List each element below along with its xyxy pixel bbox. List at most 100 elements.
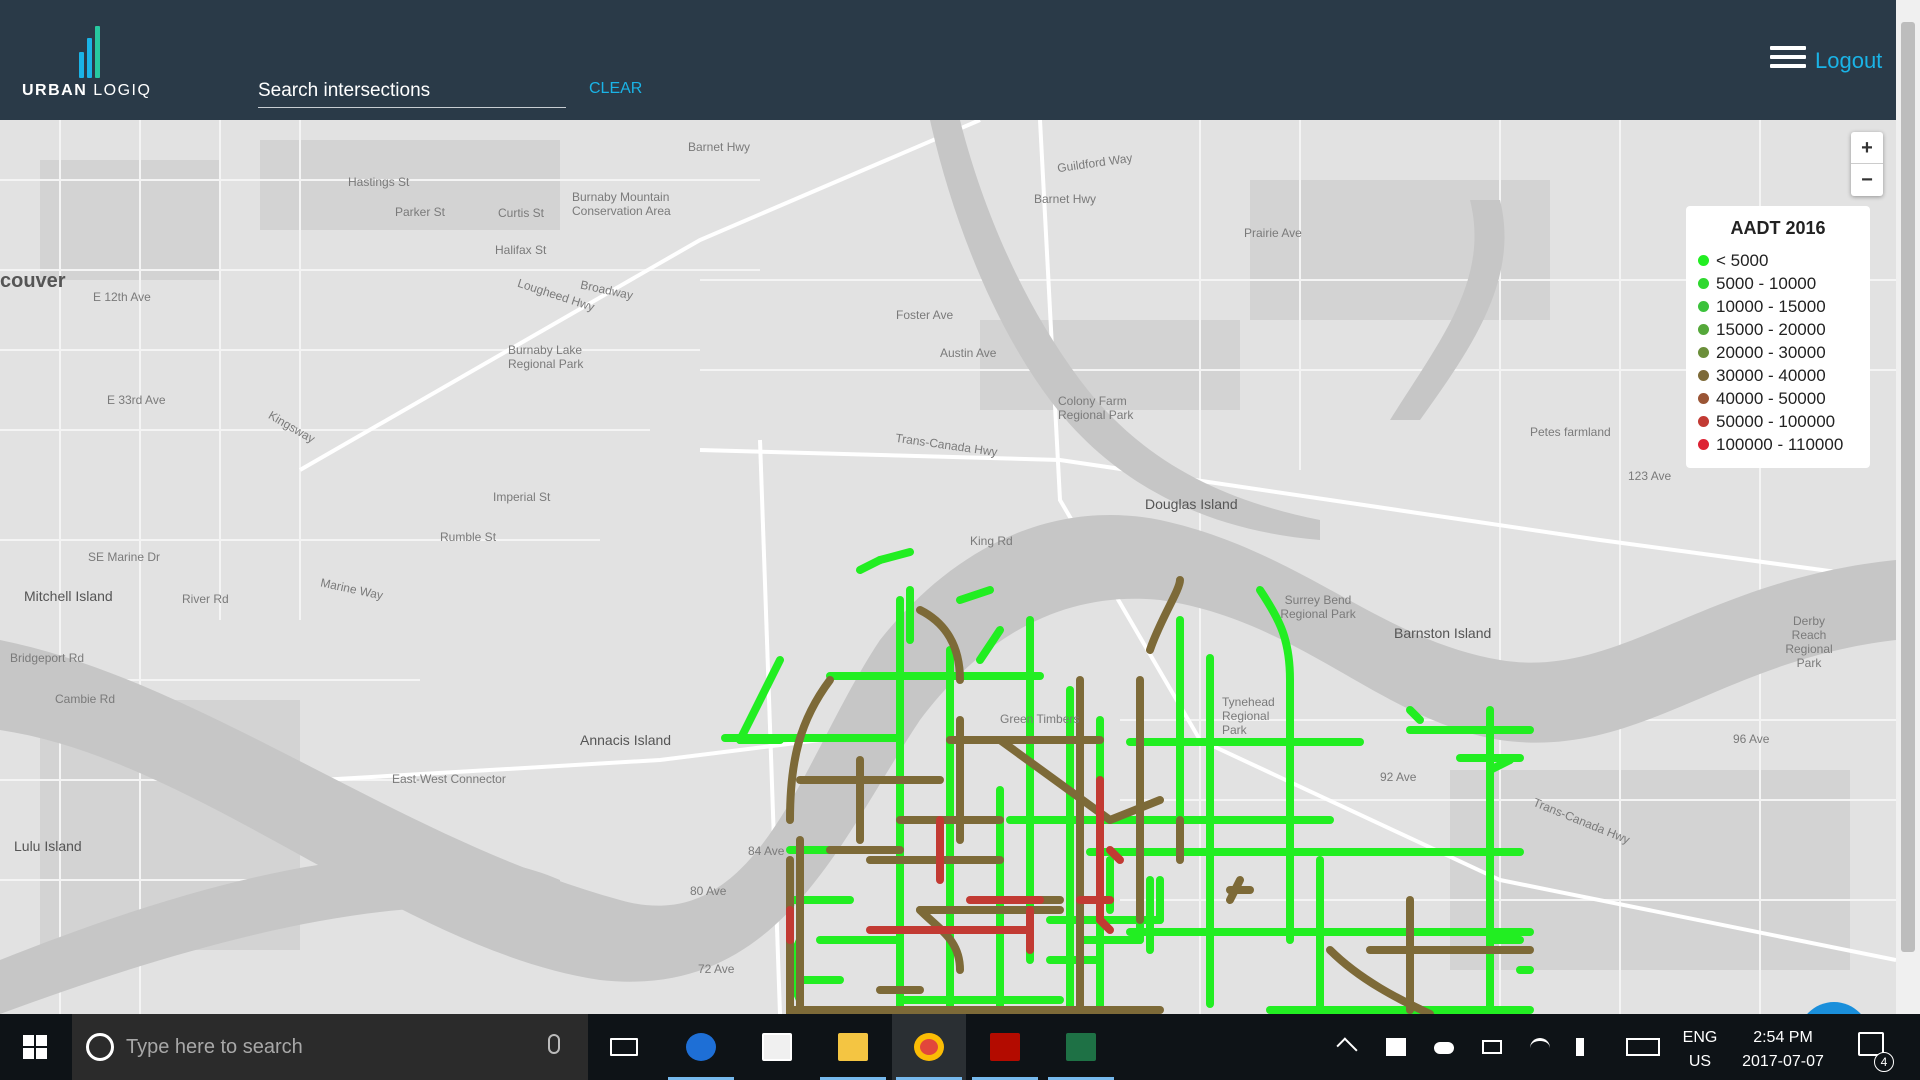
taskbar-app-explorer[interactable] bbox=[816, 1014, 890, 1080]
folder-icon bbox=[838, 1033, 868, 1061]
map-label: Curtis St bbox=[498, 206, 545, 220]
map-label: Rumble St bbox=[440, 530, 497, 544]
map-label: Colony Farm Regional Park bbox=[1058, 394, 1134, 422]
zoom-out-button[interactable]: − bbox=[1851, 164, 1883, 196]
legend-label: 20000 - 30000 bbox=[1716, 342, 1826, 362]
keyboard-icon[interactable] bbox=[1626, 1038, 1660, 1056]
volume-icon[interactable] bbox=[1576, 1038, 1596, 1056]
map-label: Annacis Island bbox=[580, 732, 672, 748]
legend-label: 100000 - 110000 bbox=[1716, 434, 1844, 454]
taskbar-app-excel[interactable] bbox=[1044, 1014, 1118, 1080]
taskbar-app-acrobat[interactable] bbox=[968, 1014, 1042, 1080]
taskbar-app-chrome[interactable] bbox=[892, 1014, 966, 1080]
wifi-icon[interactable] bbox=[1530, 1038, 1550, 1056]
legend-label: 10000 - 15000 bbox=[1716, 296, 1826, 316]
excel-icon bbox=[1066, 1033, 1096, 1061]
traffic-map[interactable]: Barnet Hwy Hastings St Parker St Curtis … bbox=[0, 120, 1896, 1014]
taskbar-app-store[interactable] bbox=[740, 1014, 814, 1080]
battery-icon[interactable] bbox=[1482, 1040, 1502, 1054]
legend-item: 5000 - 10000 bbox=[1698, 272, 1858, 295]
logo-wordmark: URBAN LOGIQ bbox=[22, 82, 152, 99]
start-button[interactable] bbox=[0, 1014, 70, 1080]
map-base-layer bbox=[0, 120, 1896, 1014]
top-navbar: URBAN LOGIQ CLEAR Logout bbox=[0, 0, 1896, 120]
notification-count-badge: 4 bbox=[1874, 1052, 1894, 1072]
map-label: E 12th Ave bbox=[93, 290, 151, 304]
windows-logo-icon bbox=[23, 1035, 47, 1059]
urban-logiq-logo[interactable]: URBAN LOGIQ bbox=[22, 22, 162, 102]
map-label: East-West Connector bbox=[392, 772, 506, 786]
zoom-in-button[interactable]: + bbox=[1851, 132, 1883, 164]
input-language[interactable]: ENG US bbox=[1680, 1026, 1720, 1074]
legend-color-dot-icon bbox=[1698, 439, 1709, 450]
taskbar-app-edge[interactable] bbox=[664, 1014, 738, 1080]
map-label: Green Timbers bbox=[1000, 712, 1080, 726]
map-label: Halifax St bbox=[495, 243, 547, 257]
map-label: E 33rd Ave bbox=[107, 393, 166, 407]
ime-region-text: US bbox=[1688, 1053, 1712, 1070]
edge-icon bbox=[686, 1033, 716, 1061]
aadt-legend: AADT 2016 < 5000 5000 - 10000 10000 - 1500… bbox=[1686, 206, 1870, 468]
legend-item: 30000 - 40000 bbox=[1698, 364, 1858, 387]
cortana-icon bbox=[86, 1033, 114, 1061]
task-view-icon bbox=[610, 1038, 638, 1056]
map-label: Tynehead Regional Park bbox=[1222, 695, 1275, 737]
taskbar-search-box[interactable]: Type here to search bbox=[72, 1014, 588, 1080]
legend-label: 15000 - 20000 bbox=[1716, 319, 1826, 339]
legend-color-dot-icon bbox=[1698, 393, 1709, 404]
page-scrollbar[interactable] bbox=[1896, 0, 1920, 1014]
zoom-control: + − bbox=[1851, 132, 1883, 196]
ime-language-text: ENG bbox=[1682, 1029, 1718, 1046]
legend-color-dot-icon bbox=[1698, 301, 1709, 312]
logout-link[interactable]: Logout bbox=[1815, 48, 1882, 74]
legend-color-dot-icon bbox=[1698, 370, 1709, 381]
legend-item: 50000 - 100000 bbox=[1698, 410, 1858, 433]
legend-item: 10000 - 15000 bbox=[1698, 295, 1858, 318]
legend-color-dot-icon bbox=[1698, 416, 1709, 427]
map-label: Mitchell Island bbox=[24, 588, 113, 604]
map-label: Foster Ave bbox=[896, 308, 954, 322]
map-label: Parker St bbox=[395, 205, 446, 219]
map-label: 92 Ave bbox=[1380, 770, 1417, 784]
legend-label: 50000 - 100000 bbox=[1716, 411, 1836, 431]
show-hidden-icons-icon[interactable] bbox=[1336, 1037, 1358, 1059]
system-clock[interactable]: 2:54 PM 2017-07-07 bbox=[1728, 1026, 1838, 1074]
map-label: Barnet Hwy bbox=[1034, 192, 1097, 206]
map-label: Burnaby Lake Regional Park bbox=[508, 343, 584, 371]
legend-color-dot-icon bbox=[1698, 347, 1709, 358]
map-label: 123 Ave bbox=[1628, 469, 1672, 483]
scroll-thumb[interactable] bbox=[1901, 22, 1915, 952]
legend-item: 15000 - 20000 bbox=[1698, 318, 1858, 341]
dropbox-icon[interactable] bbox=[1386, 1038, 1406, 1056]
map-label: Hastings St bbox=[348, 175, 410, 189]
onedrive-icon[interactable] bbox=[1434, 1042, 1454, 1054]
legend-label: < 5000 bbox=[1716, 250, 1769, 270]
map-label: Bridgeport Rd bbox=[10, 651, 85, 665]
search-intersections-input[interactable] bbox=[258, 76, 566, 106]
legend-color-dot-icon bbox=[1698, 278, 1709, 289]
map-label: 72 Ave bbox=[698, 962, 735, 976]
map-label: 96 Ave bbox=[1733, 732, 1770, 746]
task-view-button[interactable] bbox=[596, 1014, 652, 1080]
map-label: Prairie Ave bbox=[1244, 226, 1302, 240]
map-label: River Rd bbox=[182, 592, 229, 606]
map-label: Burnaby Mountain Conservation Area bbox=[572, 190, 671, 218]
chrome-icon bbox=[914, 1033, 944, 1061]
legend-item: 100000 - 110000 bbox=[1698, 433, 1858, 456]
map-label: couver bbox=[0, 270, 66, 292]
hamburger-menu-icon[interactable] bbox=[1770, 46, 1810, 72]
search-field bbox=[258, 76, 566, 108]
clear-button[interactable]: CLEAR bbox=[589, 80, 642, 98]
app-window: URBAN LOGIQ CLEAR Logout bbox=[0, 0, 1920, 1080]
windows-taskbar: Type here to search ENG US 2:54 PM 2017-… bbox=[0, 1014, 1920, 1080]
legend-item: < 5000 bbox=[1698, 249, 1858, 272]
map-label: King Rd bbox=[970, 534, 1013, 548]
map-label: Douglas Island bbox=[1145, 496, 1238, 512]
map-label: Lulu Island bbox=[14, 838, 82, 854]
microphone-icon[interactable] bbox=[548, 1034, 560, 1054]
legend-item: 20000 - 30000 bbox=[1698, 341, 1858, 364]
legend-label: 30000 - 40000 bbox=[1716, 365, 1826, 385]
map-label: Cambie Rd bbox=[55, 692, 116, 706]
map-label: 84 Ave bbox=[748, 844, 785, 858]
clock-time: 2:54 PM bbox=[1753, 1029, 1813, 1046]
